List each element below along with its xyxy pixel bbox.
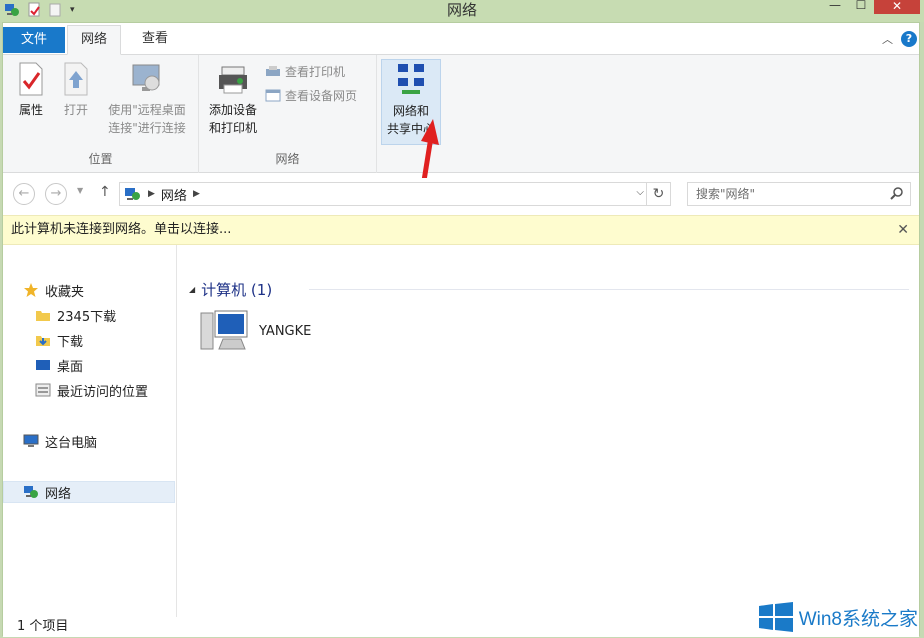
- up-button[interactable]: ↑: [99, 184, 111, 200]
- nav-item-label: 桌面: [57, 359, 84, 375]
- forward-button[interactable]: →: [45, 183, 67, 205]
- printer-icon: [219, 66, 247, 94]
- desktop-icon: [36, 360, 50, 370]
- nav-this-pc-label: 这台电脑: [45, 435, 98, 451]
- add-devices-label-1: 添加设备: [208, 103, 257, 117]
- properties-label: 属性: [18, 103, 43, 117]
- ribbon: 属性 打开 使用"远程桌面 连接"进行连接 位置 添加设备 和打印机 查看打印机…: [3, 55, 919, 173]
- remote-desktop-label-2: 连接"进行连接: [108, 121, 186, 135]
- nsc-label-1: 网络和: [392, 104, 429, 118]
- address-bar[interactable]: ▶ 网络 ▶ ⌵ ↻: [119, 182, 671, 206]
- watermark-text: Win8系统之家: [798, 603, 918, 631]
- info-bar[interactable]: 此计算机未连接到网络。单击以连接... ✕: [3, 215, 919, 245]
- search-input[interactable]: 搜索"网络": [687, 182, 911, 206]
- close-icon[interactable]: ✕: [897, 216, 909, 244]
- downloads-folder-icon: [36, 336, 50, 346]
- ribbon-group-location: 属性 打开 使用"远程桌面 连接"进行连接 位置: [3, 55, 199, 173]
- navigation-bar: ← → ▼ ↑ ▶ 网络 ▶ ⌵ ↻ 搜索"网络": [3, 178, 919, 208]
- remote-desktop-icon: [132, 64, 160, 91]
- network-icon: [24, 486, 38, 498]
- content-pane: ◢ 计算机 (1) YANGKE: [179, 245, 919, 617]
- help-icon[interactable]: ?: [901, 31, 917, 47]
- open-label: 打开: [63, 103, 88, 117]
- computer-icon: [200, 310, 248, 350]
- address-location[interactable]: 网络: [161, 185, 187, 204]
- ribbon-group-label-network: 网络: [275, 152, 300, 166]
- star-icon: [24, 283, 38, 297]
- folder-icon: [36, 311, 50, 321]
- open-button[interactable]: 打开: [59, 59, 93, 119]
- nav-favorites-label: 收藏夹: [45, 284, 85, 300]
- maximize-button[interactable]: ☐: [848, 0, 874, 14]
- ribbon-group-network: 添加设备 和打印机 查看打印机 查看设备网页 网络: [199, 55, 377, 173]
- window-title: 网络: [446, 1, 477, 19]
- nav-favorites[interactable]: 收藏夹: [23, 279, 84, 301]
- nav-item-downloads[interactable]: 下载: [35, 329, 83, 351]
- properties-icon: [19, 62, 43, 96]
- remote-desktop-label-1: 使用"远程桌面: [108, 103, 186, 117]
- device-webpage-icon: [265, 89, 281, 101]
- view-printers-label: 查看打印机: [285, 65, 346, 79]
- nav-item-label: 最近访问的位置: [57, 384, 149, 400]
- tab-file[interactable]: 文件: [3, 27, 65, 53]
- nav-item-label: 2345下载: [57, 309, 117, 325]
- add-devices-label-2: 和打印机: [208, 121, 257, 135]
- item-count: 1 个项目: [17, 619, 69, 634]
- group-header-label: 计算机 (1): [201, 281, 273, 299]
- watermark: Win8系统之家: [758, 602, 918, 632]
- nav-item-label: 下载: [57, 334, 84, 350]
- view-printers-icon: [266, 65, 280, 76]
- minimize-button[interactable]: —: [822, 0, 848, 14]
- collapse-ribbon-icon[interactable]: ︿: [882, 31, 893, 47]
- collapse-triangle-icon[interactable]: ◢: [189, 285, 195, 294]
- nav-item-desktop[interactable]: 桌面: [35, 354, 83, 376]
- navigation-pane: 收藏夹 2345下载 下载 桌面 最近访问的位置 这台电脑 网络: [3, 245, 177, 617]
- back-button[interactable]: ←: [13, 183, 35, 205]
- explorer-window: 文件 网络 查看 ︿ ? 属性 打开 使用"远程桌面 连接"进行连接 位置 添加…: [2, 22, 920, 637]
- recent-locations-icon[interactable]: ▼: [77, 186, 83, 195]
- view-printers-button[interactable]: 查看打印机: [265, 63, 345, 80]
- computer-name: YANGKE: [259, 323, 312, 339]
- search-icon[interactable]: [890, 186, 904, 200]
- title-bar: ▾ 网络 — ☐ ✕: [0, 0, 924, 22]
- address-dropdown-icon[interactable]: ⌵: [636, 187, 644, 198]
- add-devices-button[interactable]: 添加设备 和打印机: [203, 59, 263, 137]
- nav-this-pc[interactable]: 这台电脑: [23, 430, 97, 452]
- windows-logo-icon: [758, 602, 793, 632]
- properties-button[interactable]: 属性: [11, 59, 51, 119]
- close-button[interactable]: ✕: [874, 0, 920, 14]
- ribbon-controls: ︿ ?: [882, 31, 917, 47]
- remote-desktop-button[interactable]: 使用"远程桌面 连接"进行连接: [101, 59, 193, 137]
- network-icon: [125, 188, 140, 200]
- group-divider: [309, 289, 909, 290]
- computer-item[interactable]: YANGKE: [199, 309, 311, 353]
- chevron-right-icon: ▶: [148, 189, 155, 199]
- nav-network-label: 网络: [45, 486, 72, 502]
- network-sharing-center-icon: [398, 64, 424, 94]
- recent-places-icon: [35, 383, 51, 397]
- computer-icon: [23, 434, 39, 447]
- tab-view[interactable]: 查看: [135, 25, 175, 54]
- view-device-page-label: 查看设备网页: [285, 89, 358, 103]
- info-bar-message[interactable]: 此计算机未连接到网络。单击以连接...: [11, 222, 231, 237]
- nav-item-recent-places[interactable]: 最近访问的位置: [35, 379, 148, 401]
- window-controls: — ☐ ✕: [822, 0, 920, 14]
- group-header[interactable]: ◢ 计算机 (1): [189, 279, 272, 300]
- open-icon: [64, 62, 88, 96]
- nav-network[interactable]: 网络: [3, 481, 175, 503]
- tab-network[interactable]: 网络: [67, 25, 121, 55]
- view-device-page-button[interactable]: 查看设备网页: [265, 87, 357, 104]
- search-placeholder: 搜索"网络": [696, 187, 756, 201]
- ribbon-tabs: 文件 网络 查看 ︿ ?: [3, 25, 919, 55]
- refresh-icon[interactable]: ↻: [646, 183, 670, 205]
- ribbon-group-label-location: 位置: [88, 152, 113, 166]
- nav-item-2345-download[interactable]: 2345下载: [35, 304, 116, 326]
- chevron-right-icon[interactable]: ▶: [193, 189, 200, 199]
